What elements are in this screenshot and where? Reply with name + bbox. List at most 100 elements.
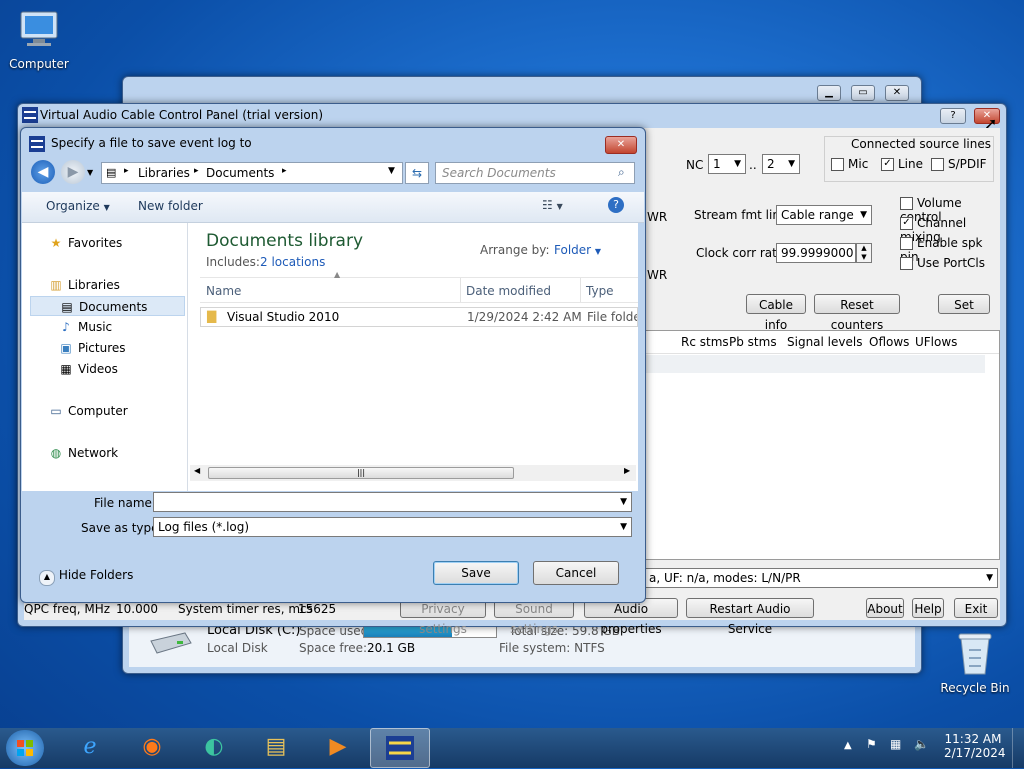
nav-documents[interactable]: ▤ Documents <box>30 296 185 316</box>
spdif-checkbox[interactable] <box>931 158 944 171</box>
line-checkbox[interactable]: ✓ <box>881 158 894 171</box>
address-bar[interactable]: ▤ ▸ Libraries ▸ Documents ▸ ▼ <box>101 162 403 184</box>
about-button[interactable]: About <box>866 598 904 618</box>
restart-audio-service-button[interactable]: Restart Audio Service <box>686 598 814 636</box>
network-tray-icon[interactable]: ▦ <box>890 737 901 751</box>
cancel-button[interactable]: Cancel <box>533 561 619 585</box>
clock-corr-label: Clock corr ratio <box>696 246 788 260</box>
search-icon[interactable]: ⌕ <box>618 165 625 180</box>
includes-link[interactable]: 2 locations <box>260 255 325 269</box>
clock-corr-input[interactable]: 99.9999000 <box>776 243 856 263</box>
nav-libraries-label: Libraries <box>68 278 120 292</box>
refresh-icon[interactable]: ⇆ <box>405 162 429 184</box>
enable-spk-pin-checkbox[interactable] <box>900 237 913 250</box>
reset-counters-button[interactable]: Reset counters <box>814 294 900 332</box>
browser-icon[interactable]: ◐ <box>186 728 242 766</box>
action-center-flag-icon[interactable]: ⚑ <box>866 737 877 751</box>
views-icon[interactable]: ☷ ▼ <box>542 198 563 212</box>
arrange-dropdown[interactable]: Folder ▼ <box>554 243 601 257</box>
nav-favorites[interactable]: ★ Favorites <box>48 233 123 253</box>
col-type[interactable]: Type <box>586 284 614 298</box>
forward-arrow-icon[interactable]: ▶ <box>61 160 85 184</box>
file-explorer-icon[interactable]: ▤ <box>248 728 304 766</box>
exit-button[interactable]: Exit <box>954 598 998 618</box>
document-icon: ▤ <box>61 300 73 314</box>
col-rc-stms[interactable]: Rc stms <box>681 335 729 349</box>
nav-network[interactable]: ◍ Network <box>48 443 118 463</box>
save-type-select[interactable]: Log files (*.log) ▼ <box>153 517 632 537</box>
source-spdif[interactable]: S/PDIF <box>931 157 987 171</box>
nav-music-label: Music <box>78 320 113 334</box>
set-button[interactable]: Set <box>938 294 990 314</box>
list-item[interactable] <box>605 355 985 373</box>
col-signal-levels[interactable]: Signal levels <box>787 335 862 349</box>
help-icon[interactable]: ? <box>608 197 624 213</box>
breadcrumb-documents[interactable]: Documents <box>206 166 274 180</box>
status-combo[interactable]: a, UF: n/a, modes: L/N/PR ▼ <box>644 568 998 588</box>
help-button[interactable]: Help <box>912 598 944 618</box>
chevron-down-icon[interactable]: ▼ <box>388 166 395 176</box>
new-folder-button[interactable]: New folder <box>138 199 203 213</box>
search-input[interactable]: Search Documents ⌕ <box>435 162 635 184</box>
volume-icon[interactable]: 🔈 <box>914 737 929 751</box>
nav-videos[interactable]: ▦ Videos <box>58 359 118 379</box>
show-hidden-icons[interactable]: ▲ <box>844 740 852 751</box>
organize-menu[interactable]: Organize ▼ <box>46 199 110 213</box>
help-caption-button[interactable]: ? <box>940 108 966 124</box>
col-uflows[interactable]: UFlows <box>915 335 957 349</box>
source-line[interactable]: ✓ Line <box>881 157 923 171</box>
table-row[interactable]: ▇ Visual Studio 2010 1/29/2024 2:42 AM F… <box>200 307 638 327</box>
nav-computer[interactable]: ▭ Computer <box>48 401 127 421</box>
source-mic[interactable]: Mic <box>831 157 868 171</box>
nav-libraries[interactable]: ▥ Libraries <box>48 275 120 295</box>
use-portcls-checkbox[interactable] <box>900 257 913 270</box>
nav-pictures[interactable]: ▣ Pictures <box>58 338 125 358</box>
breadcrumb-libraries[interactable]: Libraries <box>138 166 190 180</box>
internet-explorer-icon[interactable]: ℯ <box>62 728 118 766</box>
nc-from-combo[interactable]: 1 ▼ <box>708 154 746 174</box>
stream-fmt-combo[interactable]: Cable range ▼ <box>776 205 872 225</box>
channel-mixing-checkbox[interactable]: ✓ <box>900 217 913 230</box>
close-button[interactable]: ✕ <box>885 85 909 101</box>
save-button[interactable]: Save <box>433 561 519 585</box>
desktop-icon-recycle-bin[interactable]: Recycle Bin <box>940 630 1010 695</box>
clock-corr-spinner[interactable]: ▲ ▼ <box>856 243 872 263</box>
opt-volume-control[interactable]: Volume control <box>900 196 1000 224</box>
hide-folders-toggle[interactable]: ▲ Hide Folders <box>39 568 133 586</box>
col-name[interactable]: Name <box>206 284 241 298</box>
show-desktop-button[interactable] <box>1012 728 1024 768</box>
desktop-icon-computer[interactable]: Computer <box>4 8 74 71</box>
col-date-modified[interactable]: Date modified <box>466 284 551 298</box>
start-button[interactable] <box>6 730 44 766</box>
col-oflows[interactable]: Oflows <box>869 335 909 349</box>
opt-enable-spk-pin[interactable]: Enable spk pin <box>900 236 1000 264</box>
opt-channel-mixing[interactable]: ✓ Channel mixing <box>900 216 1000 244</box>
streams-list[interactable]: Rc stms Pb stms Signal levels Oflows UFl… <box>604 330 1000 560</box>
recent-locations-icon[interactable]: ▼ <box>87 168 93 177</box>
file-pane[interactable]: Documents library Includes: 2 locations … <box>188 223 638 491</box>
mic-checkbox[interactable] <box>831 158 844 171</box>
nc-to-combo[interactable]: 2 ▼ <box>762 154 800 174</box>
firefox-icon[interactable]: ◉ <box>124 728 180 766</box>
connected-source-group: Connected source lines Mic ✓ Line S/PDIF <box>824 136 994 182</box>
media-player-icon[interactable]: ▶ <box>310 728 366 766</box>
taskbar: ℯ ◉ ◐ ▤ ▶ ▲ ⚑ ▦ 🔈 11:32 AM 2/17/2024 <box>0 728 1024 768</box>
opt-use-portcls[interactable]: Use PortCls <box>900 256 1000 276</box>
minimize-button[interactable]: ▁ <box>817 85 841 101</box>
clock[interactable]: 11:32 AM 2/17/2024 <box>944 732 1006 760</box>
file-name-input[interactable]: ▼ <box>153 492 632 512</box>
cable-info-button[interactable]: Cable info <box>746 294 806 332</box>
back-arrow-icon[interactable]: ◀ <box>31 160 55 184</box>
scroll-right-icon[interactable]: ▶ <box>624 466 630 475</box>
maximize-button[interactable]: ▭ <box>851 85 875 101</box>
nav-music[interactable]: ♪ Music <box>58 317 112 337</box>
col-pb-stms[interactable]: Pb stms <box>729 335 777 349</box>
dialog-close-button[interactable]: ✕ <box>605 136 637 154</box>
scroll-left-icon[interactable]: ◀ <box>194 466 200 475</box>
navigation-pane[interactable]: ★ Favorites ▥ Libraries ▤ Documents ♪ Music … <box>22 223 188 491</box>
network-icon: ◍ <box>50 446 62 460</box>
scroll-thumb[interactable]: ||| <box>208 467 514 479</box>
horizontal-scrollbar[interactable]: ◀ ||| ▶ <box>190 465 636 481</box>
vac-taskbar-button[interactable] <box>370 728 430 768</box>
volume-control-checkbox[interactable] <box>900 197 913 210</box>
